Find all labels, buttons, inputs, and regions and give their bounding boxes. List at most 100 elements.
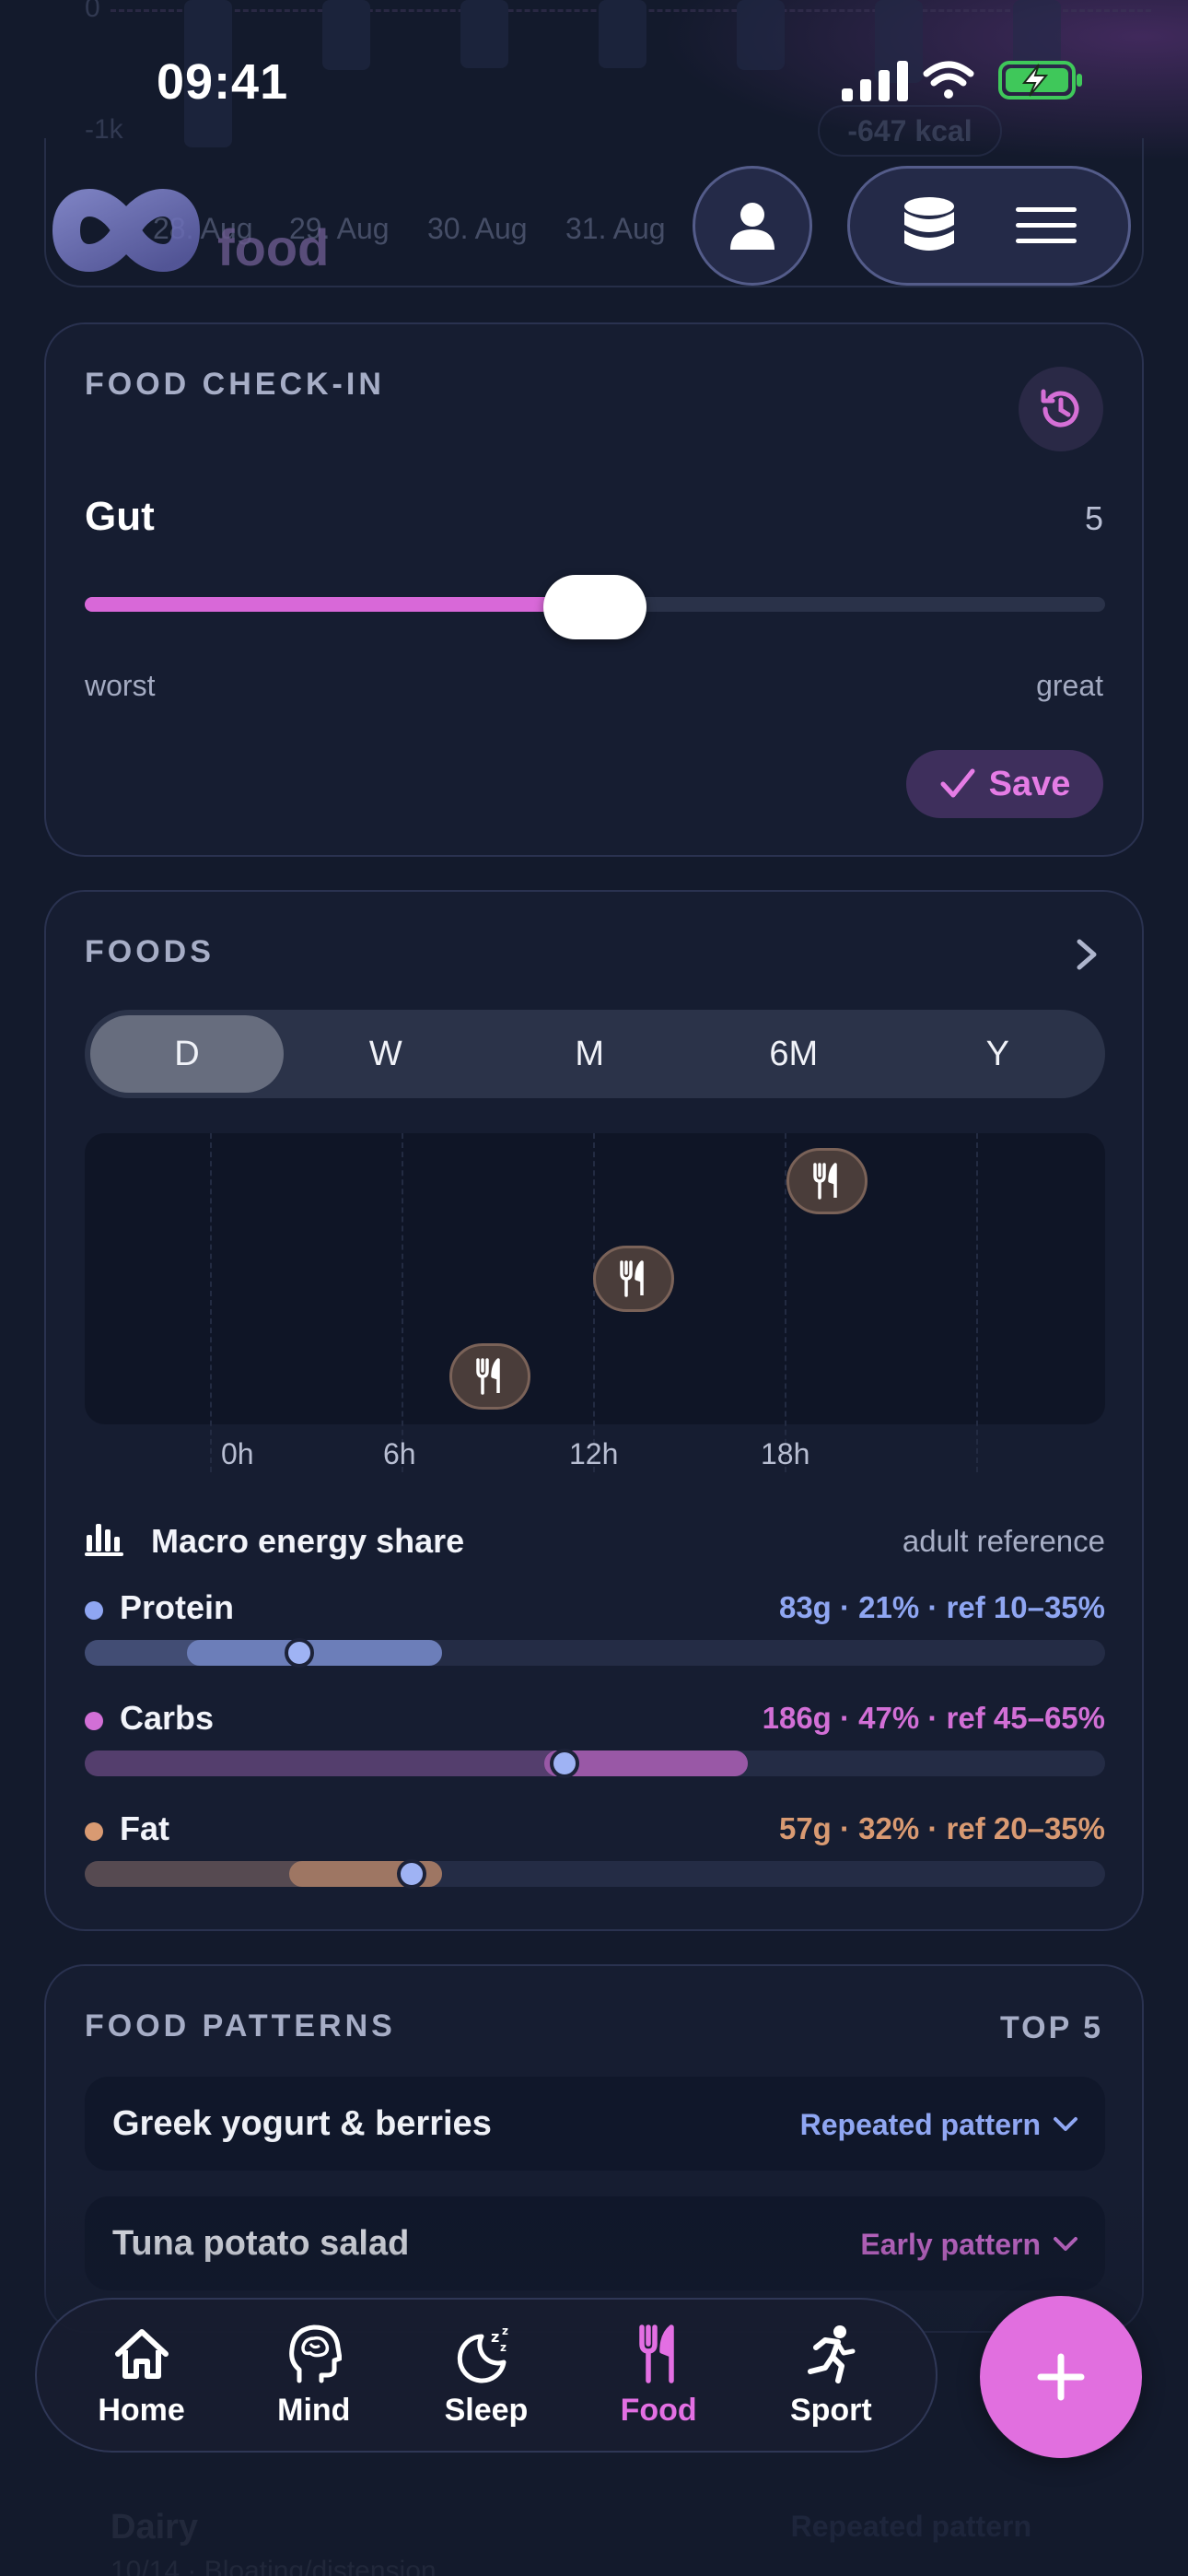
svg-text:z: z [491,2328,499,2346]
pattern-name: Dairy [111,2508,199,2547]
tab-label: Mind [277,2392,351,2428]
segment-month[interactable]: M [488,1015,693,1093]
card-title: FOODS [85,934,215,969]
wifi-icon [923,61,974,99]
runner-icon [808,2324,856,2383]
meal-marker[interactable] [449,1343,530,1410]
gut-slider-thumb[interactable] [543,575,646,639]
segment-year[interactable]: Y [896,1015,1101,1093]
brain-icon [288,2324,342,2383]
status-icons [842,61,1082,101]
food-patterns-card: FOOD PATTERNS TOP 5 Greek yogurt & berri… [44,1964,1144,2333]
bar-chart-icon [85,1524,123,1556]
fork-knife-icon [639,2324,674,2383]
svg-text:z: z [502,2324,508,2337]
macro-track [85,1859,1105,1889]
macro-reference-range [186,1640,442,1666]
menu-icon[interactable] [1014,205,1078,246]
profile-button[interactable] [693,166,812,286]
x-tick: 0h [221,1437,254,1470]
tab-label: Sport [789,2392,872,2428]
tab-label: Sleep [444,2392,529,2428]
period-segmented-control: D W M 6M Y [85,1010,1105,1098]
tab-home[interactable]: Home [64,2323,220,2429]
pattern-row-faded: Dairy 10/14 · Bloating/distension Repeat… [83,2499,1105,2576]
svg-text:z: z [500,2341,507,2354]
header-actions [847,166,1131,286]
macro-header: Macro energy share adult reference [85,1522,1105,1563]
tab-sport[interactable]: Sport [752,2323,909,2429]
add-button[interactable] [980,2296,1142,2458]
card-title: FOOD CHECK-IN [85,367,385,402]
macro-marker [396,1859,426,1889]
macro-track [85,1638,1105,1668]
bottom-tab-bar: Home Mind z z z Sleep Food Sport [35,2298,938,2453]
macro-name: Carbs [120,1699,215,1737]
pattern-row[interactable]: Tuna potato salad Early pattern [85,2196,1105,2290]
fork-knife-icon [813,1163,837,1200]
macro-reference-label: adult reference [902,1524,1105,1558]
logo-text: food [217,218,330,276]
foods-card: FOODS D W M 6M Y 0h 6h 12h 18h Macro ene… [44,890,1144,1931]
macro-value: 57g · 32% · ref 20–35% [778,1811,1105,1845]
pattern-tag: Early pattern [860,2228,1041,2261]
macro-marker [284,1638,314,1668]
fork-knife-icon [620,1260,644,1297]
carbs-dot [85,1712,103,1730]
meal-marker[interactable] [593,1246,674,1312]
pattern-row[interactable]: Greek yogurt & berries Repeated pattern [85,2077,1105,2171]
macro-title: Macro energy share [151,1522,465,1560]
metric-value: 5 [1084,499,1103,537]
fat-dot [85,1822,103,1841]
segment-day[interactable]: D [90,1015,284,1093]
app-logo-icon [52,189,201,272]
segment-6-months[interactable]: 6M [692,1015,896,1093]
macro-value: 83g · 21% · ref 10–35% [778,1590,1105,1624]
x-tick: 12h [569,1437,619,1470]
macro-track [85,1749,1105,1778]
protein-dot [85,1601,103,1620]
macro-row-protein: Protein 83g · 21% · ref 10–35% [85,1588,1105,1668]
gut-slider-fill [85,597,595,612]
save-label: Save [988,764,1071,803]
grid-line [976,1133,978,1472]
checkmark-icon [940,768,975,798]
macro-name: Protein [120,1588,235,1626]
chevron-down-icon [1054,2237,1077,2251]
card-title: FOOD PATTERNS [85,2008,396,2043]
history-button[interactable] [1019,367,1103,451]
x-tick: 6h [383,1437,416,1470]
macro-row-fat: Fat 57g · 32% · ref 20–35% [85,1809,1105,1889]
range-min-label: worst [85,669,156,702]
tab-label: Home [98,2392,185,2428]
meal-marker[interactable] [786,1148,868,1214]
macro-marker [549,1749,579,1778]
x-tick: 18h [761,1437,810,1470]
tab-sleep[interactable]: z z z Sleep [408,2323,565,2429]
pattern-tag: Repeated pattern [790,2510,1031,2543]
battery-charging-icon [998,61,1082,100]
tab-food[interactable]: Food [580,2323,737,2429]
macro-value: 186g · 47% · ref 45–65% [762,1701,1105,1735]
cellular-icon [842,61,908,101]
chevron-right-icon[interactable] [1068,936,1105,973]
pattern-name: Tuna potato salad [112,2224,410,2263]
plus-icon [1037,2353,1085,2401]
status-bar: 09:41 [0,0,1188,147]
chevron-down-icon [1054,2117,1077,2131]
food-checkin-card: FOOD CHECK-IN Gut 5 worst great Save [44,322,1144,857]
database-icon[interactable] [901,195,958,256]
macro-row-carbs: Carbs 186g · 47% · ref 45–65% [85,1699,1105,1778]
history-icon [1041,389,1079,427]
pattern-subtitle: 10/14 · Bloating/distension [111,2556,437,2576]
status-time: 09:41 [157,54,289,110]
home-icon [114,2328,169,2379]
metric-label: Gut [85,494,155,539]
pattern-name: Greek yogurt & berries [112,2104,492,2143]
top-badge: TOP 5 [999,2010,1103,2045]
save-button[interactable]: Save [906,750,1103,818]
tab-label: Food [620,2392,697,2428]
moon-icon: z z z [457,2324,508,2383]
segment-week[interactable]: W [284,1015,488,1093]
tab-mind[interactable]: Mind [236,2323,392,2429]
